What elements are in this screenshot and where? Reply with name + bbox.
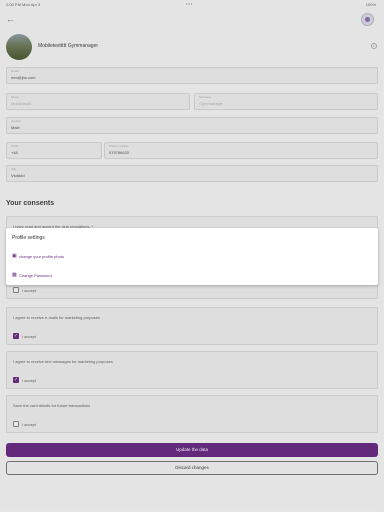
change-password-option[interactable]: ▩ Change Password	[12, 273, 132, 283]
change-photo-option[interactable]: ▣ change your profile photo	[12, 254, 132, 264]
image-icon: ▣	[12, 253, 17, 259]
lock-icon: ▩	[12, 272, 17, 278]
profile-settings-popup: Profile settings ▣ change your profile p…	[6, 228, 378, 285]
popup-title: Profile settings	[12, 235, 45, 241]
